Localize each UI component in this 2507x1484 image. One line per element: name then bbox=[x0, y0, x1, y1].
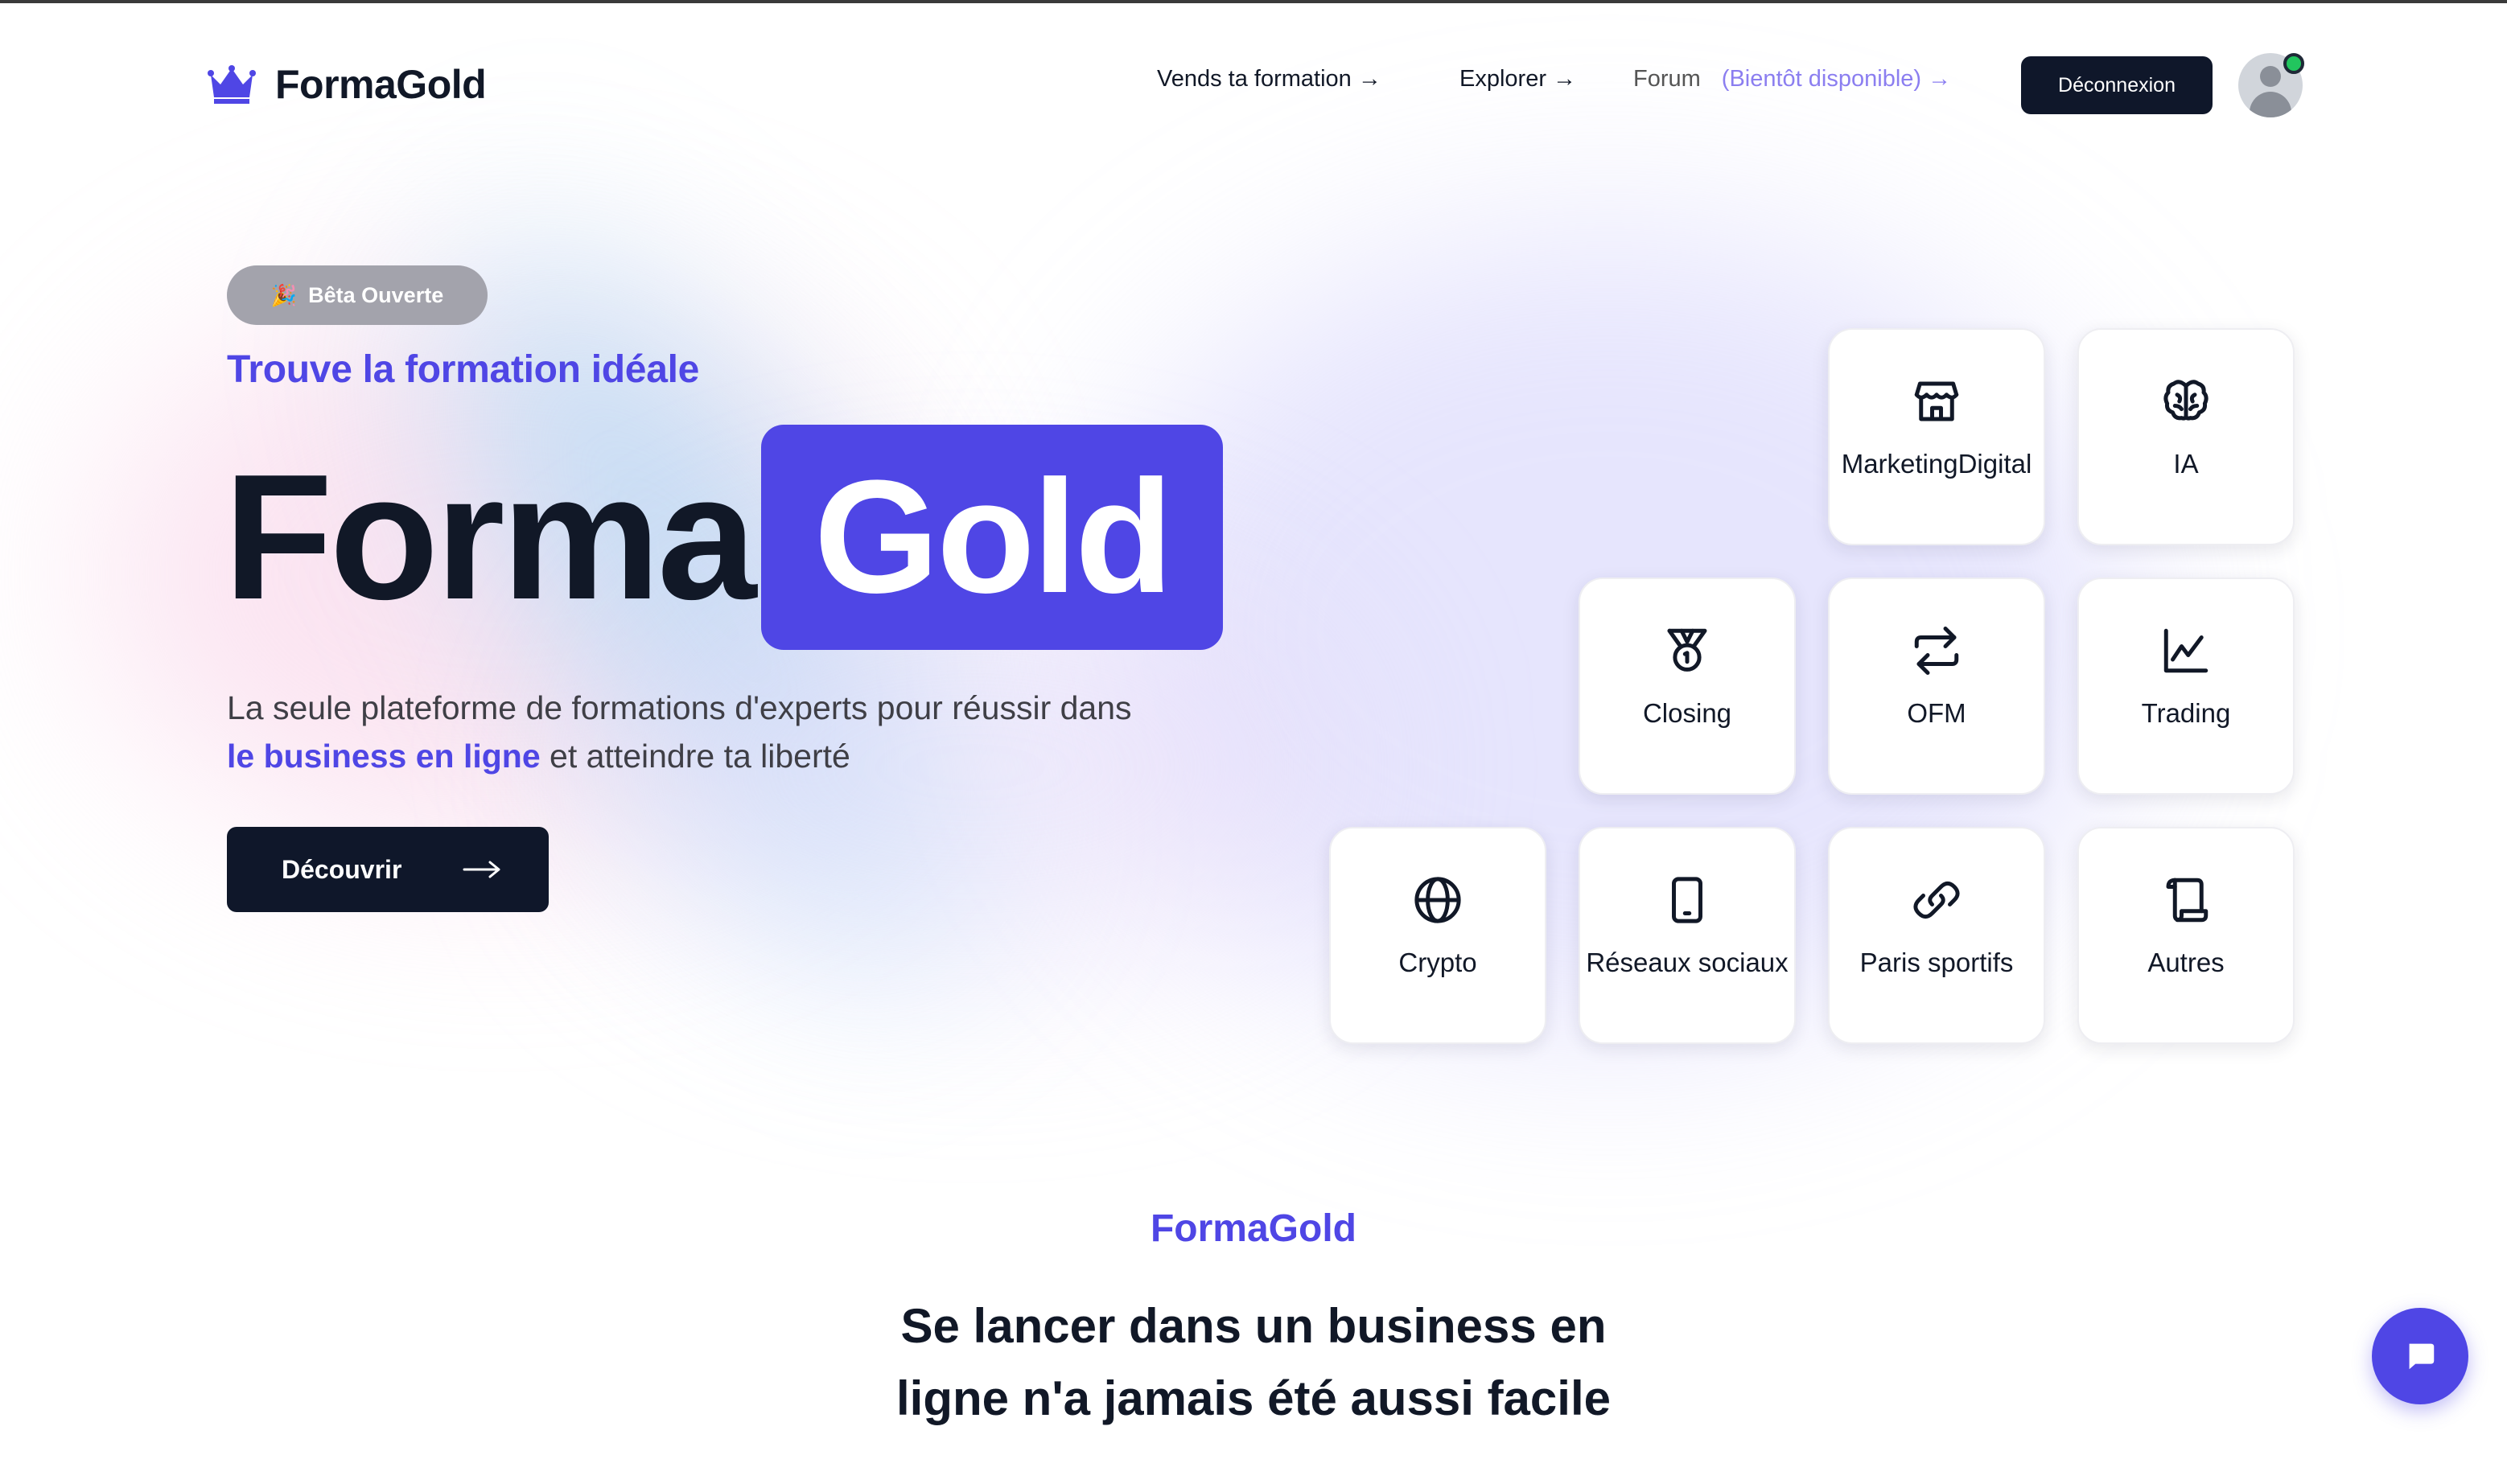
line-chart-icon bbox=[2159, 624, 2213, 677]
nav-forum-link[interactable]: Forum bbox=[1633, 66, 1701, 92]
avatar-head bbox=[2260, 66, 2281, 87]
category-label: Paris sportifs bbox=[1859, 948, 2014, 977]
category-label: Crypto bbox=[1398, 948, 1477, 977]
nav-sell[interactable]: Vends ta formation → bbox=[1157, 66, 1381, 92]
hero-tagline: Trouve la formation idéale bbox=[227, 348, 700, 391]
hero-title-gold-box: Gold bbox=[761, 425, 1224, 650]
section-title: Se lancer dans un business en ligne n'a … bbox=[895, 1299, 1612, 1425]
category-label: MarketingDigital bbox=[1841, 449, 2032, 479]
hero-desc-highlight: le business en ligne bbox=[227, 738, 541, 775]
hero-title-gold: Gold bbox=[813, 447, 1173, 627]
category-label: Trading bbox=[2141, 698, 2231, 728]
store-icon bbox=[1910, 375, 1963, 428]
nav-forum[interactable]: Forum (Bientôt disponible) → bbox=[1633, 66, 1951, 92]
brand-name: FormaGold bbox=[275, 62, 487, 107]
hero-title-forma: Forma bbox=[224, 438, 756, 637]
brand-logo[interactable]: FormaGold bbox=[208, 61, 487, 108]
section-brand: FormaGold bbox=[1150, 1207, 1356, 1250]
nav-explore-link[interactable]: Explorer → bbox=[1459, 66, 1576, 92]
category-label: Réseaux sociaux bbox=[1586, 948, 1789, 977]
chat-button[interactable] bbox=[2372, 1308, 2468, 1404]
scroll-icon bbox=[2159, 874, 2213, 927]
tablet-icon bbox=[1661, 874, 1714, 927]
hero-title: Forma Gold bbox=[224, 425, 1224, 650]
chat-icon bbox=[2409, 1343, 2435, 1370]
online-status-dot bbox=[2283, 53, 2304, 74]
category-card-other[interactable]: Autres bbox=[2077, 827, 2295, 1044]
category-card-closing[interactable]: Closing bbox=[1579, 578, 1796, 795]
arrow-right-icon bbox=[463, 861, 500, 878]
category-card-crypto[interactable]: Crypto bbox=[1329, 827, 1546, 1044]
category-label: Autres bbox=[2147, 948, 2225, 977]
category-card-betting[interactable]: Paris sportifs bbox=[1828, 827, 2045, 1044]
category-label: IA bbox=[2173, 449, 2199, 479]
crown-icon bbox=[208, 65, 256, 104]
hero-desc-before: La seule plateforme de formations d'expe… bbox=[227, 689, 1132, 726]
category-card-marketing[interactable]: MarketingDigital bbox=[1828, 328, 2045, 545]
page: FormaGold Vends ta formation → Explorer … bbox=[0, 0, 2507, 1484]
link-icon bbox=[1910, 874, 1963, 927]
discover-button-label: Découvrir bbox=[282, 854, 402, 884]
header: FormaGold Vends ta formation → Explorer … bbox=[0, 3, 2507, 164]
category-card-trading[interactable]: Trading bbox=[2077, 578, 2295, 795]
repeat-icon bbox=[1910, 624, 1963, 677]
category-card-social[interactable]: Réseaux sociaux bbox=[1579, 827, 1796, 1044]
category-card-ofm[interactable]: OFM bbox=[1828, 578, 2045, 795]
nav-forum-soon: (Bientôt disponible) → bbox=[1721, 66, 1952, 92]
medal-icon bbox=[1661, 624, 1714, 677]
hero-desc-after: et atteindre ta liberté bbox=[550, 738, 850, 775]
beta-badge: 🎉 Bêta Ouverte bbox=[227, 265, 488, 325]
category-label: Closing bbox=[1642, 698, 1732, 728]
hero-description: La seule plateforme de formations d'expe… bbox=[227, 684, 1273, 780]
party-icon: 🎉 bbox=[270, 282, 298, 307]
category-card-ia[interactable]: IA bbox=[2077, 328, 2295, 545]
discover-button[interactable]: Découvrir bbox=[227, 827, 549, 912]
nav-explore[interactable]: Explorer → bbox=[1459, 66, 1576, 92]
category-label: OFM bbox=[1907, 698, 1966, 728]
beta-badge-label: Bêta Ouverte bbox=[308, 282, 444, 307]
avatar-body bbox=[2250, 92, 2291, 117]
nav-sell-link[interactable]: Vends ta formation → bbox=[1157, 66, 1381, 92]
brain-icon bbox=[2159, 375, 2213, 428]
logout-button[interactable]: Déconnexion bbox=[2021, 56, 2213, 114]
globe-icon bbox=[1411, 874, 1464, 927]
